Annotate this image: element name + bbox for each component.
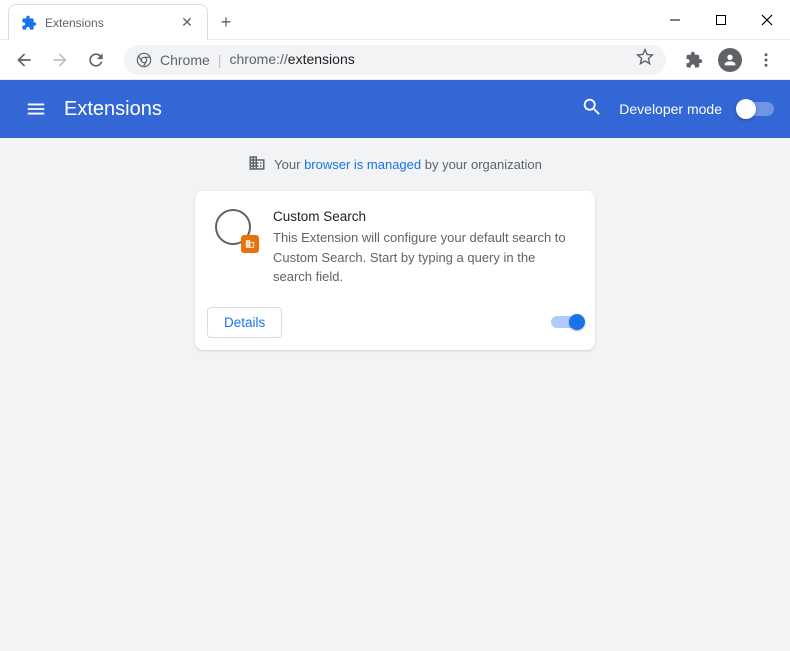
organization-icon	[248, 154, 266, 175]
extensions-puzzle-icon	[21, 15, 37, 31]
omnibox-label: Chrome	[160, 52, 210, 68]
managed-badge-icon	[241, 235, 259, 253]
profile-avatar[interactable]	[714, 44, 746, 76]
forward-button[interactable]	[44, 44, 76, 76]
managed-prefix: Your	[274, 157, 304, 172]
close-tab-icon[interactable]: ✕	[179, 15, 195, 31]
extension-icon	[215, 209, 255, 249]
minimize-button[interactable]	[652, 0, 698, 40]
hamburger-menu-icon[interactable]	[16, 89, 56, 129]
omnibox-separator: |	[218, 52, 222, 68]
page-title: Extensions	[64, 98, 162, 121]
chrome-icon	[136, 52, 152, 68]
extension-card: Custom Search This Extension will config…	[195, 191, 595, 350]
extension-toggle[interactable]	[551, 316, 583, 328]
omnibox-url: chrome://extensions	[229, 51, 354, 69]
toggle-thumb	[736, 99, 756, 119]
extension-description: This Extension will configure your defau…	[273, 228, 575, 287]
browser-toolbar: Chrome | chrome://extensions	[0, 40, 790, 80]
search-icon[interactable]	[581, 96, 603, 123]
new-tab-button[interactable]: +	[212, 8, 240, 36]
managed-link[interactable]: browser is managed	[304, 157, 421, 172]
window-titlebar: Extensions ✕ +	[0, 0, 790, 40]
extensions-icon[interactable]	[678, 44, 710, 76]
developer-mode-label: Developer mode	[619, 101, 722, 117]
address-bar[interactable]: Chrome | chrome://extensions	[124, 45, 666, 75]
menu-icon[interactable]	[750, 44, 782, 76]
details-button[interactable]: Details	[207, 307, 282, 338]
reload-button[interactable]	[80, 44, 112, 76]
tab-title: Extensions	[45, 16, 171, 30]
browser-tab[interactable]: Extensions ✕	[8, 4, 208, 40]
back-button[interactable]	[8, 44, 40, 76]
page-header: Extensions Developer mode	[0, 80, 790, 138]
developer-mode-toggle[interactable]	[738, 102, 774, 116]
content-area: Your browser is managed by your organiza…	[0, 138, 790, 651]
managed-suffix: by your organization	[421, 157, 542, 172]
window-controls	[652, 0, 790, 40]
extension-name: Custom Search	[273, 209, 575, 224]
maximize-button[interactable]	[698, 0, 744, 40]
managed-browser-notice: Your browser is managed by your organiza…	[0, 150, 790, 191]
bookmark-star-icon[interactable]	[636, 48, 654, 71]
close-window-button[interactable]	[744, 0, 790, 40]
toggle-thumb	[569, 314, 585, 330]
